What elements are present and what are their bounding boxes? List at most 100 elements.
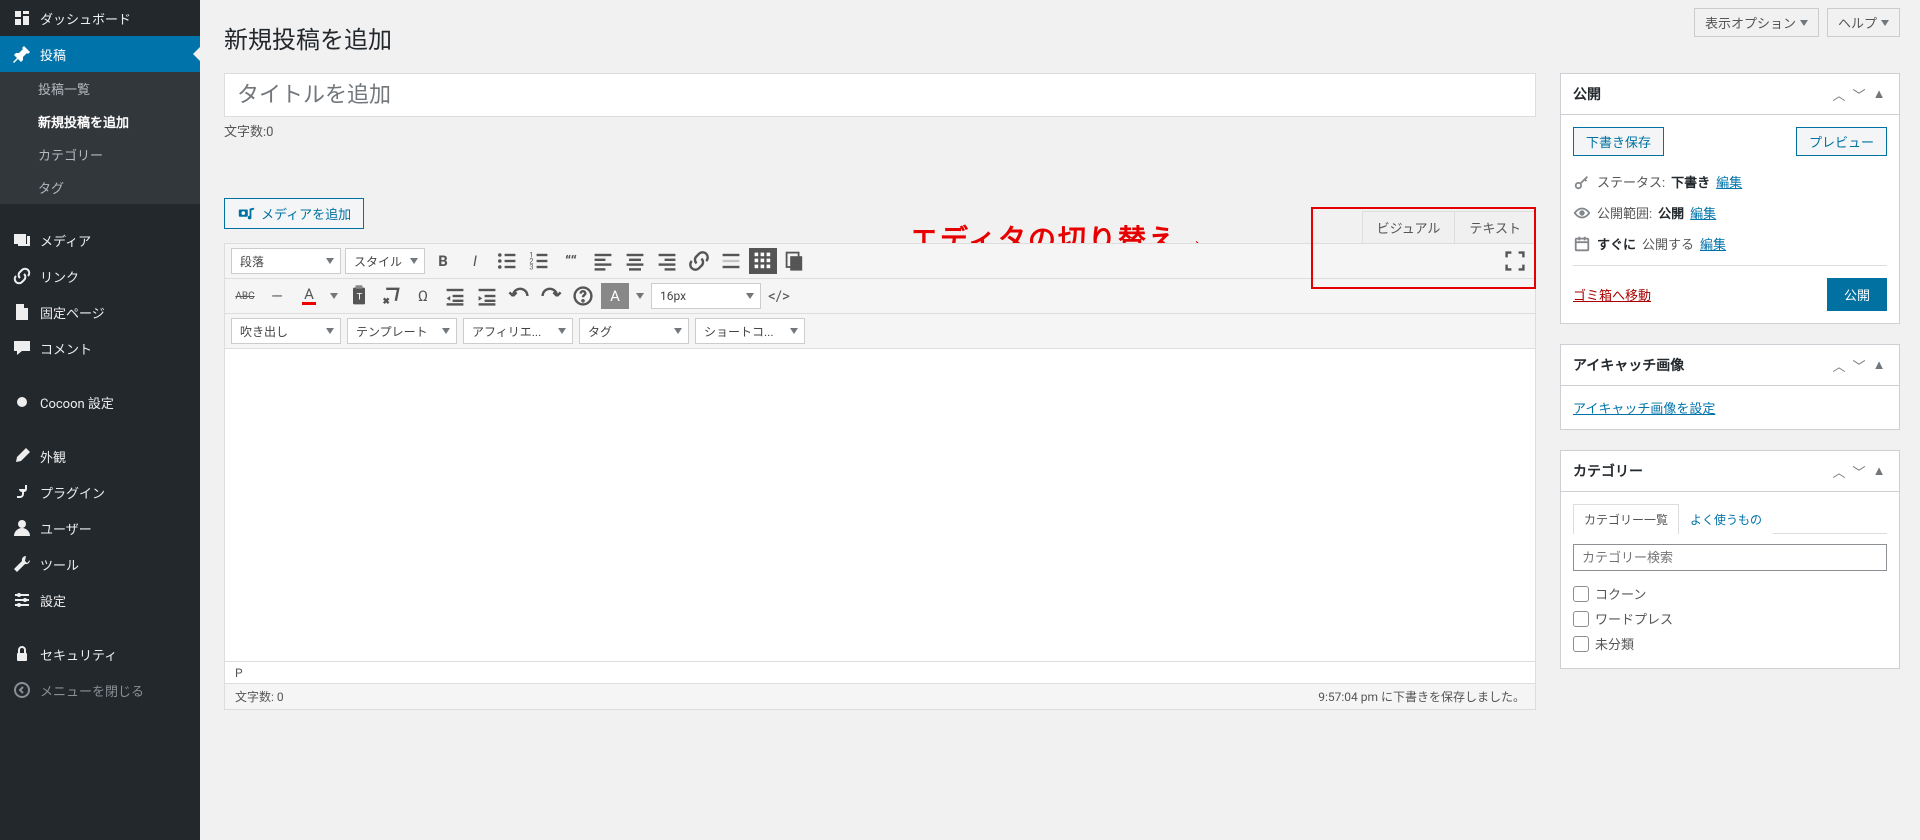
featured-heading: アイキャッチ画像 [1573, 355, 1684, 375]
category-search-input[interactable] [1573, 544, 1887, 571]
outdent-button[interactable] [441, 283, 469, 309]
editor-content-area[interactable] [225, 349, 1535, 661]
balloon-select[interactable]: 吹き出し [231, 318, 341, 344]
align-center-button[interactable] [621, 248, 649, 274]
set-featured-image-link[interactable]: アイキャッチ画像を設定 [1573, 402, 1715, 417]
bold-button[interactable]: B [429, 248, 457, 274]
text-color-button[interactable]: A [295, 283, 323, 309]
chevron-down-icon[interactable]: ﹀ [1851, 463, 1867, 479]
menu-media[interactable]: メディア [0, 222, 200, 258]
menu-dashboard[interactable]: ダッシュボード [0, 0, 200, 36]
screen-options-button[interactable]: 表示オプション [1694, 8, 1819, 37]
editor-tab-text[interactable]: テキスト [1454, 211, 1536, 243]
style-select[interactable]: スタイル [345, 248, 425, 274]
menu-plugins[interactable]: プラグイン [0, 474, 200, 510]
chevron-up-icon[interactable]: ︿ [1831, 463, 1847, 479]
submenu-categories[interactable]: カテゴリー [0, 138, 200, 171]
chevron-down-icon[interactable] [633, 283, 647, 309]
menu-comments[interactable]: コメント [0, 330, 200, 366]
category-checkbox[interactable] [1573, 636, 1589, 652]
edit-visibility-link[interactable]: 編集 [1690, 203, 1716, 222]
italic-button[interactable]: I [461, 248, 489, 274]
link-button[interactable] [685, 248, 713, 274]
category-tab-popular[interactable]: よく使うもの [1679, 504, 1773, 534]
edit-schedule-link[interactable]: 編集 [1700, 234, 1726, 253]
numbered-list-button[interactable]: 123 [525, 248, 553, 274]
submenu-all-posts[interactable]: 投稿一覧 [0, 72, 200, 105]
menu-pages[interactable]: 固定ページ [0, 294, 200, 330]
category-item[interactable]: ワードプレス [1573, 606, 1887, 631]
camera-music-icon [237, 205, 255, 223]
save-draft-button[interactable]: 下書き保存 [1573, 127, 1664, 156]
menu-security[interactable]: セキュリティ [0, 636, 200, 672]
category-tab-all[interactable]: カテゴリー一覧 [1573, 504, 1679, 534]
caret-up-icon[interactable]: ▲ [1871, 463, 1887, 479]
caret-up-icon[interactable]: ▲ [1871, 86, 1887, 102]
menu-collapse[interactable]: メニューを閉じる [0, 672, 200, 708]
category-item[interactable]: コクーン [1573, 581, 1887, 606]
menu-tools[interactable]: ツール [0, 546, 200, 582]
chevron-up-icon[interactable]: ︿ [1831, 357, 1847, 373]
indent-button[interactable] [473, 283, 501, 309]
categories-heading: カテゴリー [1573, 461, 1643, 481]
menu-appearance[interactable]: 外観 [0, 438, 200, 474]
chevron-down-icon[interactable]: ﹀ [1851, 86, 1867, 102]
code-button[interactable]: </> [765, 283, 793, 309]
move-to-trash-link[interactable]: ゴミ箱へ移動 [1573, 285, 1651, 304]
bg-color-button[interactable]: A [601, 283, 629, 309]
blockquote-button[interactable]: ““ [557, 248, 585, 274]
editor-tab-visual[interactable]: ビジュアル [1362, 211, 1456, 243]
chevron-down-icon[interactable] [327, 283, 341, 309]
paste-text-button[interactable]: T [345, 283, 373, 309]
affiliate-select[interactable]: アフィリエ... [463, 318, 573, 344]
align-right-button[interactable] [653, 248, 681, 274]
menu-label: コメント [40, 339, 92, 358]
submenu-tags[interactable]: タグ [0, 171, 200, 204]
add-media-button[interactable]: メディアを追加 [224, 198, 364, 229]
copy-button[interactable] [781, 248, 809, 274]
special-char-button[interactable]: Ω [409, 283, 437, 309]
menu-settings[interactable]: 設定 [0, 582, 200, 618]
menu-label: メディア [40, 231, 91, 250]
menu-users[interactable]: ユーザー [0, 510, 200, 546]
bullet-list-button[interactable] [493, 248, 521, 274]
menu-label: Cocoon 設定 [40, 393, 114, 412]
menu-links[interactable]: リンク [0, 258, 200, 294]
menu-label: リンク [40, 267, 79, 286]
post-title-input[interactable] [224, 73, 1536, 117]
tag-select[interactable]: タグ [579, 318, 689, 344]
menu-cocoon[interactable]: Cocoon 設定 [0, 384, 200, 420]
menu-label: プラグイン [40, 483, 105, 502]
menu-label: セキュリティ [40, 645, 117, 664]
dot-icon [12, 392, 32, 412]
clear-formatting-button[interactable] [377, 283, 405, 309]
category-checkbox[interactable] [1573, 611, 1589, 627]
more-button[interactable] [717, 248, 745, 274]
chevron-up-icon[interactable]: ︿ [1831, 86, 1847, 102]
edit-status-link[interactable]: 編集 [1716, 172, 1742, 191]
format-select[interactable]: 段落 [231, 248, 341, 274]
shortcode-select[interactable]: ショートコ... [695, 318, 805, 344]
publish-button[interactable]: 公開 [1827, 278, 1887, 311]
fontsize-select[interactable]: 16px [651, 283, 761, 309]
link-icon [12, 266, 32, 286]
submenu-add-new[interactable]: 新規投稿を追加 [0, 105, 200, 138]
category-item[interactable]: 未分類 [1573, 631, 1887, 656]
fullscreen-button[interactable] [1501, 248, 1529, 274]
help-button[interactable]: ヘルプ [1827, 8, 1900, 37]
strikethrough-button[interactable]: ABC [231, 283, 259, 309]
caret-up-icon[interactable]: ▲ [1871, 357, 1887, 373]
redo-button[interactable] [537, 283, 565, 309]
align-left-button[interactable] [589, 248, 617, 274]
preview-button[interactable]: プレビュー [1796, 127, 1887, 156]
toolbar-toggle-button[interactable] [749, 248, 777, 274]
chevron-down-icon[interactable]: ﹀ [1851, 357, 1867, 373]
category-checkbox[interactable] [1573, 586, 1589, 602]
hr-button[interactable]: — [263, 283, 291, 309]
help-button[interactable] [569, 283, 597, 309]
publish-metabox: 公開 ︿ ﹀ ▲ 下書き保存 プレビュー [1560, 73, 1900, 324]
template-select[interactable]: テンプレート [347, 318, 457, 344]
menu-posts[interactable]: 投稿 [0, 36, 200, 72]
undo-button[interactable] [505, 283, 533, 309]
featured-image-metabox: アイキャッチ画像 ︿ ﹀ ▲ アイキャッチ画像を設定 [1560, 344, 1900, 430]
